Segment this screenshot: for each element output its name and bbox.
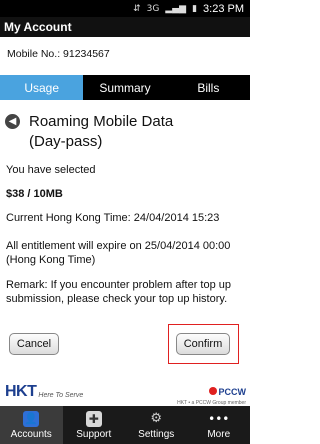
status-time: 3:23 PM <box>203 2 244 15</box>
page-title-line2: (Day-pass) <box>29 133 103 150</box>
mobile-number: Mobile No.: 91234567 <box>7 47 110 60</box>
nav-more-label: More <box>207 428 231 440</box>
battery-icon: ▮ <box>192 3 198 14</box>
remark-line1: Remark: If you encounter problem after t… <box>6 279 232 291</box>
signal-3g-icon: 3G <box>146 3 160 14</box>
confirm-button[interactable]: Confirm <box>176 333 230 355</box>
confirmation-content: You have selected $38 / 10MB Current Hon… <box>6 163 246 306</box>
mobile-number-bar: Mobile No.: 91234567 <box>0 37 250 70</box>
cancel-button[interactable]: Cancel <box>9 333 59 355</box>
app-title: My Account <box>4 20 72 34</box>
settings-icon: ⚙ <box>150 411 163 426</box>
more-icon: ••• <box>208 411 230 426</box>
nav-accounts[interactable]: 👤 Accounts <box>0 406 63 444</box>
hkt-logo: HKT Here To Serve <box>5 383 83 401</box>
current-time: Current Hong Kong Time: 24/04/2014 15:23 <box>6 212 220 224</box>
selected-price: $38 / 10MB <box>6 188 63 200</box>
action-buttons: Cancel Confirm <box>0 324 250 364</box>
app-title-bar: My Account <box>0 17 250 37</box>
hkt-logo-text: HKT <box>5 383 37 400</box>
tab-usage[interactable]: Usage <box>0 75 84 100</box>
signal-bars-icon: ▂▄▆ <box>165 3 187 14</box>
hkt-tagline: Here To Serve <box>38 392 84 399</box>
status-bar: ⇵ 3G ▂▄▆ ▮ 3:23 PM <box>0 0 250 17</box>
expiry-line2: (Hong Kong Time) <box>6 254 96 266</box>
nav-accounts-label: Accounts <box>10 428 52 440</box>
nav-support[interactable]: ✚ Support <box>63 406 126 444</box>
selected-label: You have selected <box>6 164 96 176</box>
pccw-logo: PCCW HKT • a PCCW Group member <box>177 382 246 406</box>
nav-settings-label: Settings <box>138 428 175 440</box>
tab-summary[interactable]: Summary <box>83 75 166 100</box>
expiry-line1: All entitlement will expire on 25/04/201… <box>6 240 231 252</box>
page-header: ◀ Roaming Mobile Data (Day-pass) <box>5 112 245 152</box>
page-title: Roaming Mobile Data (Day-pass) <box>29 112 173 152</box>
pccw-logo-text: PCCW <box>218 387 247 397</box>
page-title-line1: Roaming Mobile Data <box>29 113 174 130</box>
tab-bills[interactable]: Bills <box>167 75 250 100</box>
nav-more[interactable]: ••• More <box>188 406 251 444</box>
accounts-icon: 👤 <box>23 410 40 427</box>
nav-settings[interactable]: ⚙ Settings <box>125 406 188 444</box>
tab-bar: Usage Summary Bills <box>0 75 250 100</box>
support-icon: ✚ <box>85 410 102 427</box>
bottom-navigation: 👤 Accounts ✚ Support ⚙ Settings ••• More <box>0 406 250 444</box>
back-arrow-icon[interactable]: ◀ <box>5 114 20 129</box>
pccw-mark-icon <box>208 386 217 395</box>
nav-support-label: Support <box>76 428 112 440</box>
usb-icon: ⇵ <box>133 3 141 14</box>
brand-footer: HKT Here To Serve PCCW HKT • a PCCW Grou… <box>0 380 250 406</box>
remark-line2: submission, please check your top up his… <box>6 293 228 305</box>
